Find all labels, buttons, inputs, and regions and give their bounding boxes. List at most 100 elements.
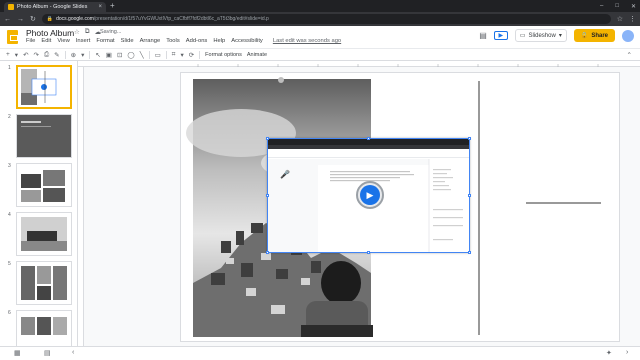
line-icon[interactable]: ╲ xyxy=(140,51,144,59)
explore-icon[interactable]: ✦ xyxy=(606,349,612,357)
resize-handle[interactable] xyxy=(367,251,370,254)
slide-thumbnail[interactable] xyxy=(16,310,72,346)
resize-handle[interactable] xyxy=(266,251,269,254)
divider xyxy=(89,50,91,59)
filmstrip-item[interactable]: 2 xyxy=(0,112,77,160)
menu-edit[interactable]: Edit xyxy=(41,38,51,44)
embedded-video[interactable]: 🎤 ▶ xyxy=(266,137,471,254)
browser-tab-strip: Photo Album - Google Slides × + – □ ✕ xyxy=(0,0,640,12)
chevron-down-icon[interactable]: ▾ xyxy=(559,32,562,39)
resize-handle[interactable] xyxy=(468,194,471,197)
slideshow-icon: ▭ xyxy=(519,33,526,39)
resize-handle[interactable] xyxy=(468,251,471,254)
slide-thumbnail[interactable] xyxy=(16,261,72,305)
close-window-button[interactable]: ✕ xyxy=(631,3,636,10)
expand-icon[interactable]: › xyxy=(626,349,628,356)
filmstrip-item[interactable]: 4 xyxy=(0,210,77,258)
editing-toolbar: + ▾ ↶ ↷ ⎙ ✎ ⊕ ▾ ↖ ▣ ⊡ ◯ ╲ ▭ ⌗ ▾ ⟳ Format… xyxy=(0,48,640,61)
menu-file[interactable]: File xyxy=(26,38,35,44)
star-icon[interactable]: ☆ xyxy=(74,28,80,36)
slide-number: 4 xyxy=(8,212,11,218)
menu-format[interactable]: Format xyxy=(96,38,114,44)
menu-insert[interactable]: Insert xyxy=(76,38,91,44)
last-edit-link[interactable]: Last edit was seconds ago xyxy=(273,38,341,44)
play-icon: ▶ xyxy=(360,185,380,205)
slides-favicon-icon xyxy=(8,4,14,10)
resize-handle[interactable] xyxy=(367,137,370,140)
new-slide-icon[interactable]: + xyxy=(6,51,10,58)
crop-icon[interactable]: ⌗ xyxy=(172,51,176,59)
account-avatar[interactable] xyxy=(622,29,634,42)
slide-thumbnail[interactable] xyxy=(16,163,72,207)
divider xyxy=(64,50,66,59)
resize-handle[interactable] xyxy=(468,137,471,140)
vertical-ruler[interactable] xyxy=(78,67,84,346)
slide-number: 2 xyxy=(8,114,11,120)
filmstrip-item[interactable]: 1 xyxy=(0,63,77,111)
resize-handle[interactable] xyxy=(266,137,269,140)
meet-present-button[interactable]: ▶ xyxy=(493,31,508,40)
menu-addons[interactable]: Add-ons xyxy=(186,38,208,44)
minimize-button[interactable]: – xyxy=(600,3,603,9)
resize-handle[interactable] xyxy=(266,194,269,197)
undo-icon[interactable]: ↶ xyxy=(23,51,28,59)
url-input[interactable]: 🔒 docs.google.com /presentation/d/1f57uY… xyxy=(41,14,611,24)
browser-tab[interactable]: Photo Album - Google Slides × xyxy=(4,2,106,12)
select-icon[interactable]: ↖ xyxy=(95,51,100,59)
menu-help[interactable]: Help xyxy=(213,38,225,44)
menu-tools[interactable]: Tools xyxy=(166,38,180,44)
collapse-toolbar-icon[interactable]: ⌃ xyxy=(627,51,632,59)
chrome-menu-icon[interactable]: ⋮ xyxy=(629,15,636,23)
divider xyxy=(148,50,150,59)
slide-thumbnail[interactable] xyxy=(16,65,72,109)
slides-logo-icon[interactable] xyxy=(7,30,18,44)
comments-icon[interactable]: ▤ xyxy=(479,31,487,40)
thumbnail-preview xyxy=(21,217,67,251)
filmstrip-view-icon[interactable]: ▤ xyxy=(44,349,51,357)
move-folder-icon[interactable]: ⧉ xyxy=(85,28,90,36)
bookmark-star-icon[interactable]: ☆ xyxy=(617,15,623,23)
menu-view[interactable]: View xyxy=(57,38,69,44)
comment-icon[interactable]: ▭ xyxy=(155,51,161,59)
forward-icon[interactable]: → xyxy=(17,16,24,23)
slide-number: 1 xyxy=(8,65,11,71)
filmstrip-item[interactable]: 3 xyxy=(0,161,77,209)
chevron-down-icon[interactable]: ▾ xyxy=(15,51,18,59)
maximize-button[interactable]: □ xyxy=(615,3,619,9)
share-button[interactable]: 🔒 Share xyxy=(573,29,615,42)
slide-thumbnail[interactable] xyxy=(16,114,72,158)
zoom-icon[interactable]: ⊕ xyxy=(71,51,76,59)
text-box-icon[interactable]: ▣ xyxy=(106,51,112,59)
horizontal-ruler[interactable] xyxy=(78,61,640,67)
animate-button[interactable]: Animate xyxy=(247,52,267,58)
print-icon[interactable]: ⎙ xyxy=(44,51,49,59)
grid-view-icon[interactable]: ▦ xyxy=(14,349,21,357)
play-button[interactable]: ▶ xyxy=(356,181,384,209)
image-icon[interactable]: ⊡ xyxy=(117,51,122,59)
format-options-button[interactable]: Format options xyxy=(205,52,242,58)
chevron-down-icon[interactable]: ▾ xyxy=(81,51,84,59)
slide-filmstrip: 1 2 3 4 5 6 xyxy=(0,61,78,346)
bottom-bar: ▦ ▤ ‹ ✦ › xyxy=(0,346,640,360)
filmstrip-item[interactable]: 5 xyxy=(0,259,77,307)
mask-icon[interactable]: ▾ xyxy=(180,51,183,59)
collapse-filmstrip-icon[interactable]: ‹ xyxy=(72,349,74,356)
reload-icon[interactable]: ↻ xyxy=(30,15,36,23)
reset-image-icon[interactable]: ⟳ xyxy=(189,51,194,59)
menu-slide[interactable]: Slide xyxy=(121,38,134,44)
menu-accessibility[interactable]: Accessibility xyxy=(231,38,263,44)
menu-arrange[interactable]: Arrange xyxy=(140,38,161,44)
shape-icon[interactable]: ◯ xyxy=(127,51,134,59)
paint-format-icon[interactable]: ✎ xyxy=(54,51,59,59)
slideshow-button[interactable]: ▭ Slideshow ▾ xyxy=(514,29,567,42)
tab-close-icon[interactable]: × xyxy=(98,4,102,10)
document-title[interactable]: Photo Album xyxy=(26,28,74,38)
redo-icon[interactable]: ↷ xyxy=(34,51,39,59)
filmstrip-item[interactable]: 6 xyxy=(0,308,77,346)
thumbnail-preview xyxy=(17,115,71,157)
slide-number: 5 xyxy=(8,261,11,267)
slide-thumbnail[interactable] xyxy=(16,212,72,256)
url-path: /presentation/d/1f57uYvGWUxtlVtp_caCfbff… xyxy=(93,16,269,22)
back-icon[interactable]: ← xyxy=(4,16,11,23)
new-tab-button[interactable]: + xyxy=(110,1,115,10)
